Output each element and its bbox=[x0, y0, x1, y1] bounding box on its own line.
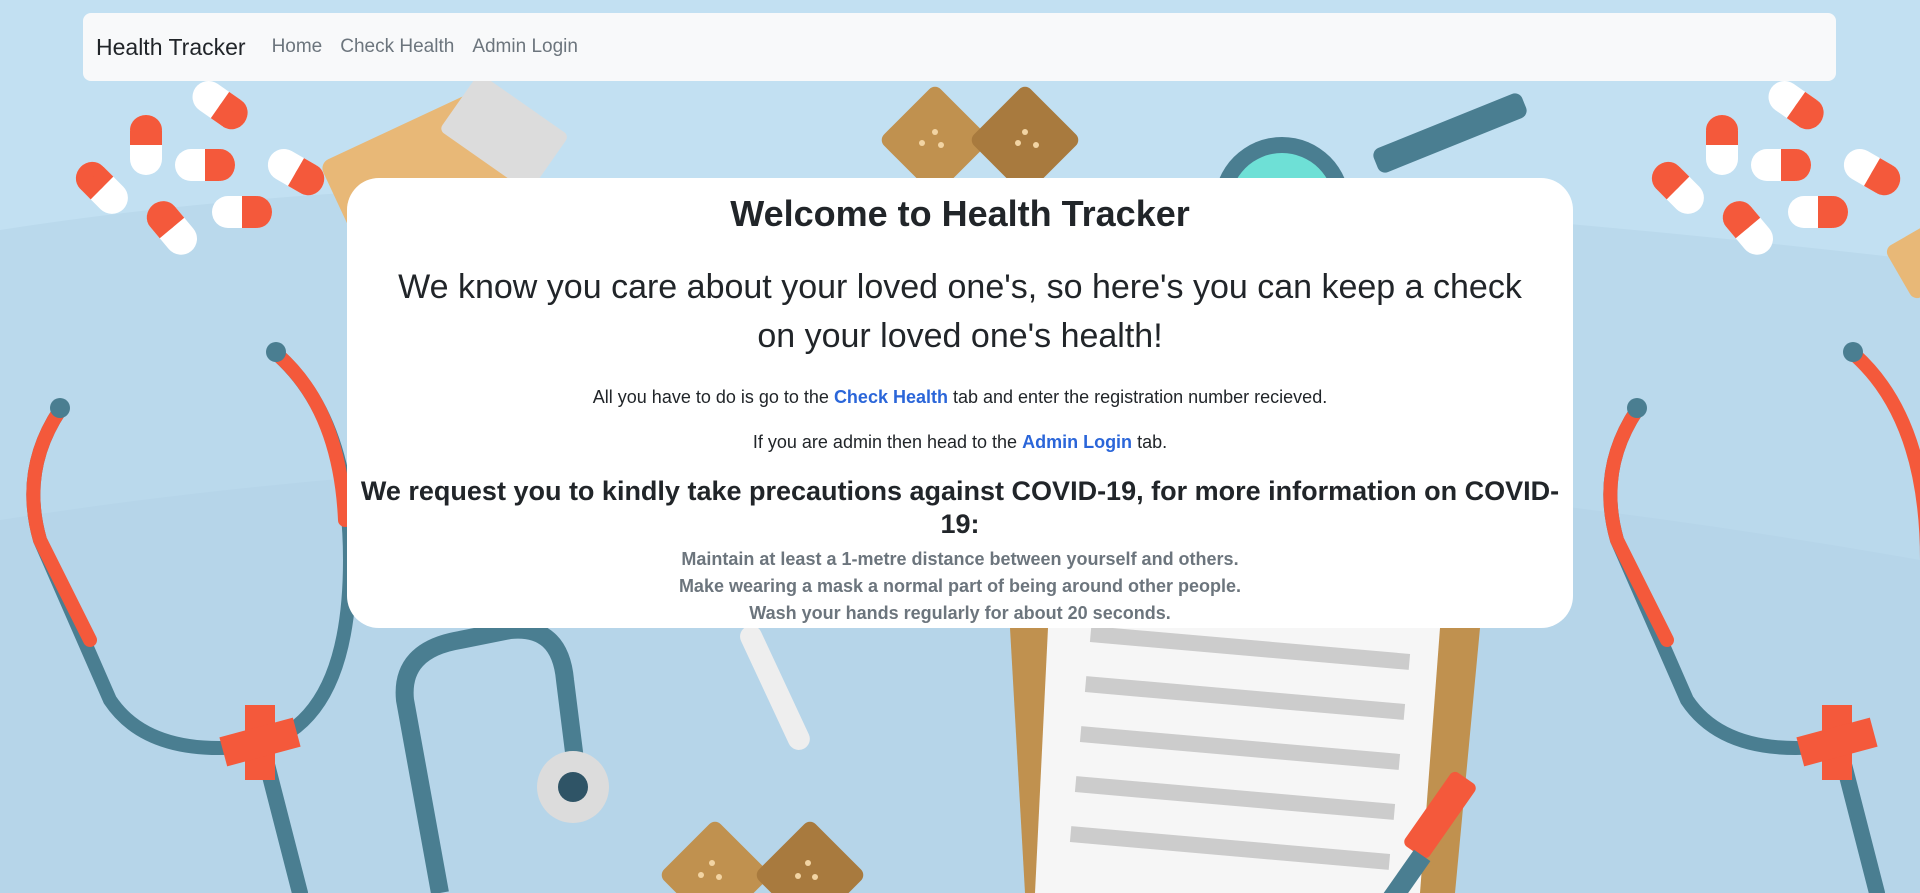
nav-link-home[interactable]: Home bbox=[272, 36, 323, 58]
admin-instruction: If you are admin then head to the Admin … bbox=[347, 431, 1573, 454]
precaution-item: Make wearing a mask a normal part of bei… bbox=[678, 576, 1242, 597]
check-instruction-before: All you have to do is go to the bbox=[592, 386, 834, 407]
admin-login-link[interactable]: Admin Login bbox=[1022, 432, 1132, 452]
precaution-item: Maintain at least a 1-metre distance bet… bbox=[681, 549, 1239, 570]
top-navbar: Health Tracker Home Check Health Admin L… bbox=[83, 13, 1836, 81]
welcome-title: Welcome to Health Tracker bbox=[730, 193, 1190, 234]
covid-heading: We request you to kindly take precaution… bbox=[360, 475, 1560, 540]
precaution-item: Wash your hands regularly for about 20 s… bbox=[749, 603, 1171, 624]
nav-link-admin-login[interactable]: Admin Login bbox=[472, 36, 578, 58]
nav-link-check-health[interactable]: Check Health bbox=[340, 36, 454, 58]
check-health-link[interactable]: Check Health bbox=[834, 387, 948, 407]
admin-instruction-before: If you are admin then head to the bbox=[752, 432, 1023, 453]
navbar-brand[interactable]: Health Tracker bbox=[96, 34, 246, 61]
welcome-subtitle: We know you care about your loved one's,… bbox=[398, 268, 1522, 356]
clipboard-icon bbox=[1010, 626, 1480, 893]
welcome-card: Welcome to Health Tracker We know you ca… bbox=[347, 178, 1573, 628]
admin-instruction-after: tab. bbox=[1132, 432, 1168, 453]
precautions-list: Maintain at least a 1-metre distance bet… bbox=[347, 546, 1573, 627]
check-health-instruction: All you have to do is go to the Check He… bbox=[347, 386, 1573, 409]
check-instruction-after: tab and enter the registration number re… bbox=[947, 386, 1328, 407]
